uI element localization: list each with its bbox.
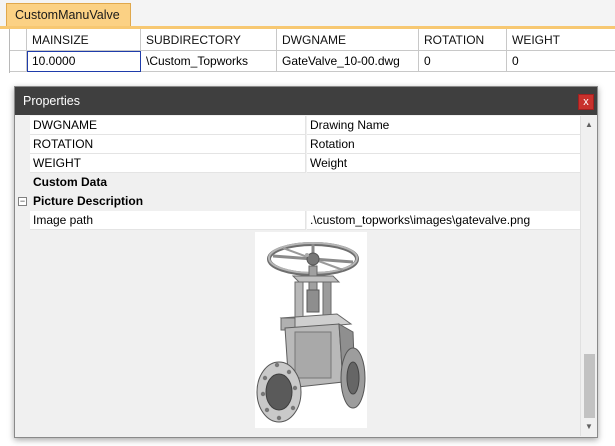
row-gutter: − (15, 192, 30, 211)
cell-subdirectory[interactable]: \Custom_Topworks (141, 51, 277, 72)
cell-mainsize[interactable]: 10.0000 (27, 51, 141, 72)
data-grid: MAINSIZE SUBDIRECTORY DWGNAME ROTATION W… (9, 29, 615, 73)
properties-panel: Properties x DWGNAME Drawing Name ROTATI… (14, 86, 598, 438)
tab-custommanuvalve[interactable]: CustomManuValve (6, 3, 131, 26)
row-gutter (15, 211, 30, 230)
column-header-dwgname[interactable]: DWGNAME (277, 29, 419, 51)
column-header-weight[interactable]: WEIGHT (507, 29, 615, 51)
property-value[interactable]: .\custom_topworks\images\gatevalve.png (307, 211, 580, 230)
cell-rotation[interactable]: 0 (419, 51, 507, 72)
category-label: Custom Data (30, 173, 580, 192)
property-row-dwgname[interactable]: DWGNAME Drawing Name (15, 116, 580, 135)
scroll-down-arrow-icon[interactable]: ▼ (581, 419, 597, 434)
tab-strip: CustomManuValve (0, 0, 615, 29)
property-row-weight[interactable]: WEIGHT Weight (15, 154, 580, 173)
cell-weight[interactable]: 0 (507, 51, 615, 72)
property-row-rotation[interactable]: ROTATION Rotation (15, 135, 580, 154)
row-gutter (15, 173, 30, 192)
properties-title-bar[interactable]: Properties (15, 87, 597, 115)
column-header-rotation[interactable]: ROTATION (419, 29, 507, 51)
property-name: ROTATION (30, 135, 306, 154)
property-value[interactable]: Rotation (307, 135, 580, 154)
property-grid: DWGNAME Drawing Name ROTATION Rotation W… (15, 116, 580, 436)
property-value[interactable]: Drawing Name (307, 116, 580, 135)
property-name: Image path (30, 211, 306, 230)
grid-corner-header[interactable] (10, 29, 27, 51)
category-picture-description[interactable]: − Picture Description (15, 192, 580, 211)
row-header[interactable] (10, 51, 27, 72)
collapse-icon[interactable]: − (18, 197, 27, 206)
scroll-up-arrow-icon[interactable]: ▲ (581, 117, 597, 132)
cell-dwgname[interactable]: GateValve_10-00.dwg (277, 51, 419, 72)
property-value[interactable]: Weight (307, 154, 580, 173)
gate-valve-image (255, 232, 367, 428)
row-gutter (15, 116, 30, 135)
scroll-thumb[interactable] (584, 354, 595, 418)
row-gutter (15, 135, 30, 154)
properties-title: Properties (23, 94, 80, 108)
row-gutter (15, 154, 30, 173)
category-custom-data[interactable]: Custom Data (15, 173, 580, 192)
column-header-subdirectory[interactable]: SUBDIRECTORY (141, 29, 277, 51)
category-label: Picture Description (30, 192, 580, 211)
property-name: DWGNAME (30, 116, 306, 135)
close-icon[interactable]: x (578, 94, 594, 110)
property-row-image-path[interactable]: Image path .\custom_topworks\images\gate… (15, 211, 580, 230)
vertical-scrollbar[interactable]: ▲ ▼ (580, 116, 597, 436)
column-header-mainsize[interactable]: MAINSIZE (27, 29, 141, 51)
property-name: WEIGHT (30, 154, 306, 173)
gate-valve-drawing (256, 242, 366, 423)
